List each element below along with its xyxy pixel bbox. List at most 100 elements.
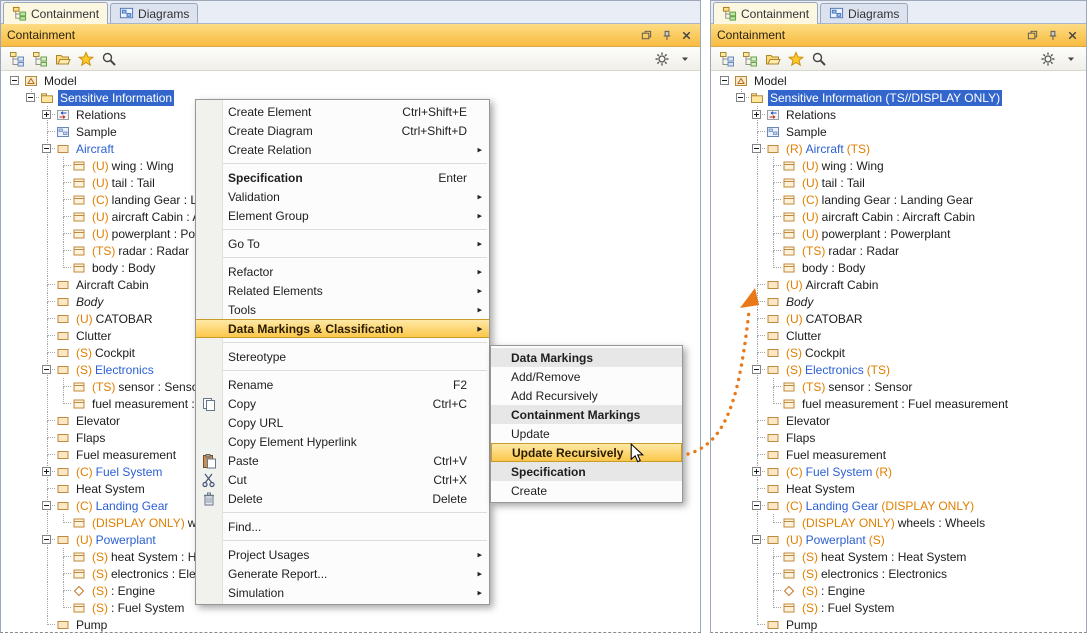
menu-item-create-element[interactable]: Create ElementCtrl+Shift+E [196,102,489,121]
menu-item-go-to[interactable]: Go To▸ [196,234,489,253]
tree-item-label[interactable]: (U)wing : Wing [90,158,176,174]
tree-item-label[interactable]: (C)Fuel System [74,464,164,480]
tree-item-label[interactable]: Relations [74,107,128,123]
menu-item-copy-url[interactable]: Copy URL [196,413,489,432]
tree-item-sensitive-information-ts-display-only[interactable]: Sensitive Information (TS//DISPLAY ONLY) [711,89,1086,106]
tree-item-aircraft-cabin-aircraft-cabin[interactable]: (U)aircraft Cabin : Aircraft Cabin [711,208,1086,225]
expand-toggle-icon[interactable] [42,467,51,476]
tree-item-label[interactable]: (U)tail : Tail [800,175,867,191]
submenu-item-create[interactable]: Create [491,481,682,500]
menu-item-rename[interactable]: RenameF2 [196,375,489,394]
tree-item-label[interactable]: Clutter [784,328,823,344]
tree-item-flaps[interactable]: Flaps [711,429,1086,446]
tree-item-fuel-system[interactable]: (C)Fuel System(R) [711,463,1086,480]
tree-item-landing-gear-landing-gear[interactable]: (C)landing Gear : Landing Gear [711,191,1086,208]
favorites-icon[interactable] [786,49,805,68]
tree-item-label[interactable]: (S): Engine [90,583,157,599]
tree-item-label[interactable]: Fuel measurement [74,447,178,463]
collapse-toggle-icon[interactable] [736,93,745,102]
tree-item-heat-system[interactable]: Heat System [711,480,1086,497]
submenu-item-update[interactable]: Update [491,424,682,443]
tree-item-label[interactable]: (U)Powerplant [74,532,158,548]
tree-item-label[interactable]: Sample [74,124,119,140]
tree-item-label[interactable]: Heat System [74,481,147,497]
submenu-item-update-recursively[interactable]: Update Recursively [491,443,682,462]
tree-item-fuel-measurement-fuel-measurement[interactable]: fuel measurement : Fuel measurement [711,395,1086,412]
tree-item-label[interactable]: Clutter [74,328,113,344]
tree-item-label[interactable]: Body [784,294,815,310]
tab-diagrams[interactable]: Diagrams [820,3,908,23]
tree-item-fuel-measurement[interactable]: Fuel measurement [711,446,1086,463]
tree-item-label[interactable]: (U)Aircraft Cabin [784,277,880,293]
menu-item-delete[interactable]: DeleteDelete [196,489,489,508]
pin-icon[interactable] [1045,28,1060,43]
tree-item-label[interactable]: (S)Electronics(TS) [784,362,892,378]
tree-item-label[interactable]: (C)Landing Gear [74,498,170,514]
tree-item-pump[interactable]: Pump [1,616,700,632]
menu-item-related-elements[interactable]: Related Elements▸ [196,281,489,300]
tree-item-label[interactable]: (U)tail : Tail [90,175,157,191]
tree-item-model[interactable]: Model [1,72,700,89]
tree-item-label[interactable]: Relations [784,107,838,123]
expand-all-icon[interactable] [717,49,736,68]
tree-item-engine[interactable]: (S): Engine [711,582,1086,599]
menu-item-copy[interactable]: CopyCtrl+C [196,394,489,413]
tree-item-label[interactable]: Aircraft [74,141,116,157]
tree-item-label[interactable]: Elevator [784,413,832,429]
tree-item-radar-radar[interactable]: (TS)radar : Radar [711,242,1086,259]
tree-item-label[interactable]: Model [42,73,79,89]
expand-toggle-icon[interactable] [752,110,761,119]
open-folder-icon[interactable] [763,49,782,68]
tree-item-label[interactable]: Elevator [74,413,122,429]
options-caret-icon[interactable] [675,49,694,68]
collapse-toggle-icon[interactable] [752,535,761,544]
tree-item-powerplant[interactable]: (U)Powerplant(S) [711,531,1086,548]
tree-item-label[interactable]: (TS)sensor : Sensor [800,379,914,395]
tree-item-body[interactable]: Body [711,293,1086,310]
tree-item-catobar[interactable]: (U)CATOBAR [711,310,1086,327]
tree-item-label[interactable]: (S)heat System : Heat System [800,549,968,565]
menu-item-project-usages[interactable]: Project Usages▸ [196,545,489,564]
collapse-toggle-icon[interactable] [10,76,19,85]
menu-item-tools[interactable]: Tools▸ [196,300,489,319]
tree-item-wing-wing[interactable]: (U)wing : Wing [711,157,1086,174]
tree-item-label[interactable]: body : Body [90,260,157,276]
tree-item-label[interactable]: (S)Cockpit [74,345,137,361]
pin-icon[interactable] [659,28,674,43]
tree-item-label[interactable]: Sensitive Information (TS//DISPLAY ONLY) [768,90,1002,106]
tree-item-label[interactable]: Fuel measurement [784,447,888,463]
menu-item-stereotype[interactable]: Stereotype [196,347,489,366]
tree-item-electronics-electronics[interactable]: (S)electronics : Electronics [711,565,1086,582]
tree-item-label[interactable]: Heat System [784,481,857,497]
submenu-item-add-remove[interactable]: Add/Remove [491,367,682,386]
tree-item-label[interactable]: Pump [784,617,819,633]
tree-item-electronics[interactable]: (S)Electronics(TS) [711,361,1086,378]
menu-item-specification[interactable]: SpecificationEnter [196,168,489,187]
open-folder-icon[interactable] [53,49,72,68]
tree-item-label[interactable]: (S)Cockpit [784,345,847,361]
tree-item-label[interactable]: (U)powerplant : Powerplant [800,226,952,242]
tree-item-fuel-system[interactable]: (S): Fuel System [711,599,1086,616]
tree-item-label[interactable]: fuel measurement : Fuel measurement [800,396,1010,412]
options-gear-icon[interactable] [652,49,671,68]
float-icon[interactable] [639,28,654,43]
collapse-toggle-icon[interactable] [752,365,761,374]
collapse-all-icon[interactable] [740,49,759,68]
tree-item-label[interactable]: (S)electronics : Electronics [800,566,949,582]
tree-item-model[interactable]: Model [711,72,1086,89]
tree-item-label[interactable]: Aircraft Cabin [74,277,151,293]
search-icon[interactable] [809,49,828,68]
tree-item-label[interactable]: (C)Landing Gear(DISPLAY ONLY) [784,498,976,514]
menu-item-generate-report[interactable]: Generate Report...▸ [196,564,489,583]
collapse-all-icon[interactable] [30,49,49,68]
tree-item-label[interactable]: (S): Engine [800,583,867,599]
tree-item-label[interactable]: Sensitive Information [58,90,174,106]
tree-item-aircraft-cabin[interactable]: (U)Aircraft Cabin [711,276,1086,293]
favorites-icon[interactable] [76,49,95,68]
menu-item-simulation[interactable]: Simulation▸ [196,583,489,602]
float-icon[interactable] [1025,28,1040,43]
tree-item-relations[interactable]: Relations [711,106,1086,123]
tree-item-label[interactable]: (U)aircraft Cabin : Aircraft Cabin [800,209,977,225]
tree-item-landing-gear[interactable]: (C)Landing Gear(DISPLAY ONLY) [711,497,1086,514]
menu-item-refactor[interactable]: Refactor▸ [196,262,489,281]
